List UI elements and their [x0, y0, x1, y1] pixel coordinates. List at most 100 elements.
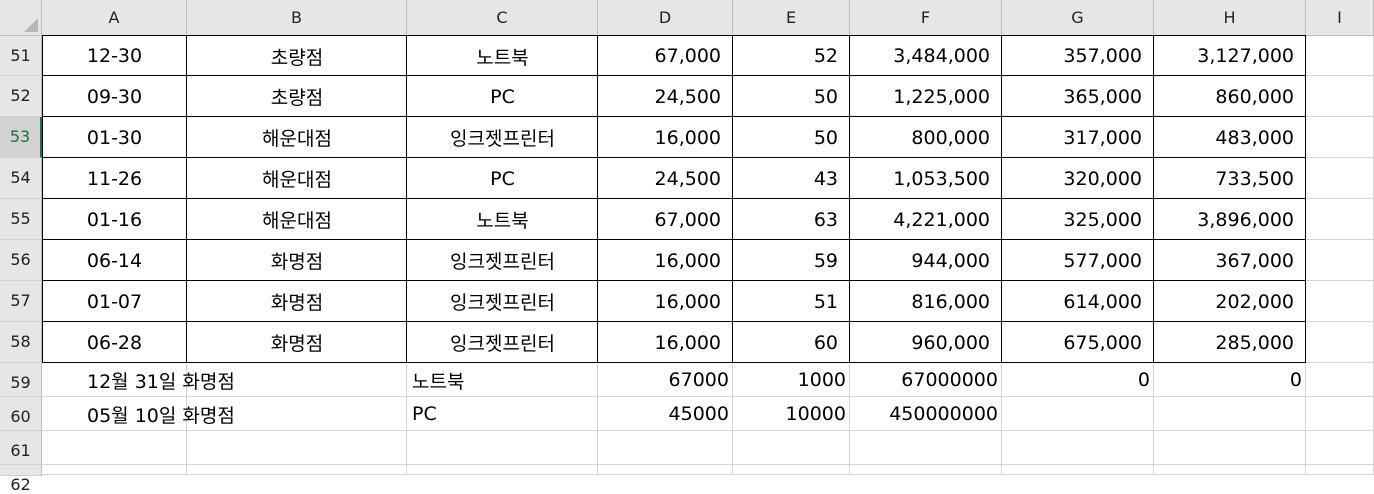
row-header-54[interactable]: 54 [0, 158, 42, 199]
cell-h[interactable]: 733,500 [1154, 158, 1306, 199]
cell-price[interactable]: 67,000 [598, 36, 733, 76]
cell-h[interactable]: 3,127,000 [1154, 36, 1306, 76]
cell-h[interactable]: 285,000 [1154, 322, 1306, 363]
cell-branch[interactable]: 화명점 [187, 281, 407, 322]
column-header-d[interactable]: D [598, 0, 733, 36]
cell-d-number[interactable]: 67000 [598, 363, 733, 397]
column-header-f[interactable]: F [850, 0, 1002, 36]
cell-date[interactable]: 01-07 [42, 281, 187, 322]
cell-branch[interactable]: 초량점 [187, 76, 407, 117]
cell-quantity[interactable]: 43 [733, 158, 850, 199]
cell-branch[interactable]: 화명점 [187, 240, 407, 281]
cell-h[interactable]: 860,000 [1154, 76, 1306, 117]
cell-price[interactable]: 67,000 [598, 199, 733, 240]
cell-d-number[interactable]: 45000 [598, 397, 733, 431]
cell-product[interactable]: PC [407, 76, 598, 117]
cell-quantity[interactable]: 51 [733, 281, 850, 322]
cell-e-number[interactable]: 10000 [733, 397, 850, 431]
cell-price[interactable]: 16,000 [598, 117, 733, 158]
cell-g[interactable]: 357,000 [1002, 36, 1154, 76]
cell-quantity[interactable]: 50 [733, 117, 850, 158]
cell-price[interactable]: 16,000 [598, 322, 733, 363]
cell-total[interactable]: 4,221,000 [850, 199, 1002, 240]
cell-total[interactable]: 1,225,000 [850, 76, 1002, 117]
cell-product[interactable]: 노트북 [407, 199, 598, 240]
cell-date[interactable]: 01-30 [42, 117, 187, 158]
row-header-62[interactable]: 62 [0, 465, 42, 494]
cell-quantity[interactable]: 60 [733, 322, 850, 363]
cell-product[interactable]: 잉크젯프린터 [407, 240, 598, 281]
cell-date[interactable]: 06-14 [42, 240, 187, 281]
cell-branch[interactable]: 해운대점 [187, 199, 407, 240]
cell-price[interactable]: 16,000 [598, 240, 733, 281]
cell-f-number[interactable]: 450000000 [850, 397, 1002, 431]
row-header-56[interactable]: 56 [0, 240, 42, 281]
row-header-51[interactable]: 51 [0, 36, 42, 76]
cell-total[interactable]: 960,000 [850, 322, 1002, 363]
cell-quantity[interactable]: 59 [733, 240, 850, 281]
cell-date[interactable]: 09-30 [42, 76, 187, 117]
cell-product[interactable]: 잉크젯프린터 [407, 281, 598, 322]
cell-g[interactable]: 365,000 [1002, 76, 1154, 117]
cell-total[interactable]: 1,053,500 [850, 158, 1002, 199]
cell-a-text[interactable]: 05월 10일 화명점 [82, 397, 382, 431]
cell-c-text[interactable]: 노트북 [407, 363, 598, 397]
column-header-h[interactable]: H [1154, 0, 1306, 36]
column-header-a[interactable]: A [42, 0, 187, 36]
cell-product[interactable]: 잉크젯프린터 [407, 322, 598, 363]
cell-total[interactable]: 800,000 [850, 117, 1002, 158]
cell-g[interactable]: 675,000 [1002, 322, 1154, 363]
cell-product[interactable]: 잉크젯프린터 [407, 117, 598, 158]
cell-g[interactable]: 577,000 [1002, 240, 1154, 281]
row-header-57[interactable]: 57 [0, 281, 42, 322]
column-header-c[interactable]: C [407, 0, 598, 36]
cell-a-text[interactable]: 12월 31일 화명점 [82, 363, 382, 397]
cell-price[interactable]: 16,000 [598, 281, 733, 322]
cell-e-number[interactable]: 1000 [733, 363, 850, 397]
cell-date[interactable]: 11-26 [42, 158, 187, 199]
cell-branch[interactable]: 초량점 [187, 36, 407, 76]
cell-h[interactable]: 367,000 [1154, 240, 1306, 281]
row-header-60[interactable]: 60 [0, 397, 42, 431]
cell-g-number[interactable] [1002, 397, 1154, 431]
cell-h[interactable]: 202,000 [1154, 281, 1306, 322]
cell-price[interactable]: 24,500 [598, 158, 733, 199]
row-header-58[interactable]: 58 [0, 322, 42, 363]
cell-g-number[interactable]: 0 [1002, 363, 1154, 397]
cell-branch[interactable]: 화명점 [187, 322, 407, 363]
column-header-e[interactable]: E [733, 0, 850, 36]
cell-g[interactable]: 320,000 [1002, 158, 1154, 199]
column-header-b[interactable]: B [187, 0, 407, 36]
cell-quantity[interactable]: 63 [733, 199, 850, 240]
cell-c-text[interactable]: PC [407, 397, 598, 431]
cell-product[interactable]: 노트북 [407, 36, 598, 76]
cell-h-number[interactable]: 0 [1154, 363, 1306, 397]
cell-g[interactable]: 614,000 [1002, 281, 1154, 322]
cell-quantity[interactable]: 50 [733, 76, 850, 117]
cell-g[interactable]: 325,000 [1002, 199, 1154, 240]
cell-total[interactable]: 944,000 [850, 240, 1002, 281]
row-header-53[interactable]: 53 [0, 117, 42, 158]
cell-price[interactable]: 24,500 [598, 76, 733, 117]
cell-h[interactable]: 3,896,000 [1154, 199, 1306, 240]
cell-product[interactable]: PC [407, 158, 598, 199]
cell-h-number[interactable] [1154, 397, 1306, 431]
cell-date[interactable]: 01-16 [42, 199, 187, 240]
cell-g[interactable]: 317,000 [1002, 117, 1154, 158]
cell-total[interactable]: 3,484,000 [850, 36, 1002, 76]
cell-f-number[interactable]: 67000000 [850, 363, 1002, 397]
select-all-corner[interactable] [0, 0, 42, 36]
row-header-55[interactable]: 55 [0, 199, 42, 240]
cell-date[interactable]: 06-28 [42, 322, 187, 363]
column-header-i[interactable]: I [1306, 0, 1374, 36]
column-header-g[interactable]: G [1002, 0, 1154, 36]
row-header-61[interactable]: 61 [0, 431, 42, 465]
cell-total[interactable]: 816,000 [850, 281, 1002, 322]
row-header-52[interactable]: 52 [0, 76, 42, 117]
cell-date[interactable]: 12-30 [42, 36, 187, 76]
cell-h[interactable]: 483,000 [1154, 117, 1306, 158]
cell-branch[interactable]: 해운대점 [187, 117, 407, 158]
row-header-59[interactable]: 59 [0, 363, 42, 397]
cell-quantity[interactable]: 52 [733, 36, 850, 76]
cell-branch[interactable]: 해운대점 [187, 158, 407, 199]
